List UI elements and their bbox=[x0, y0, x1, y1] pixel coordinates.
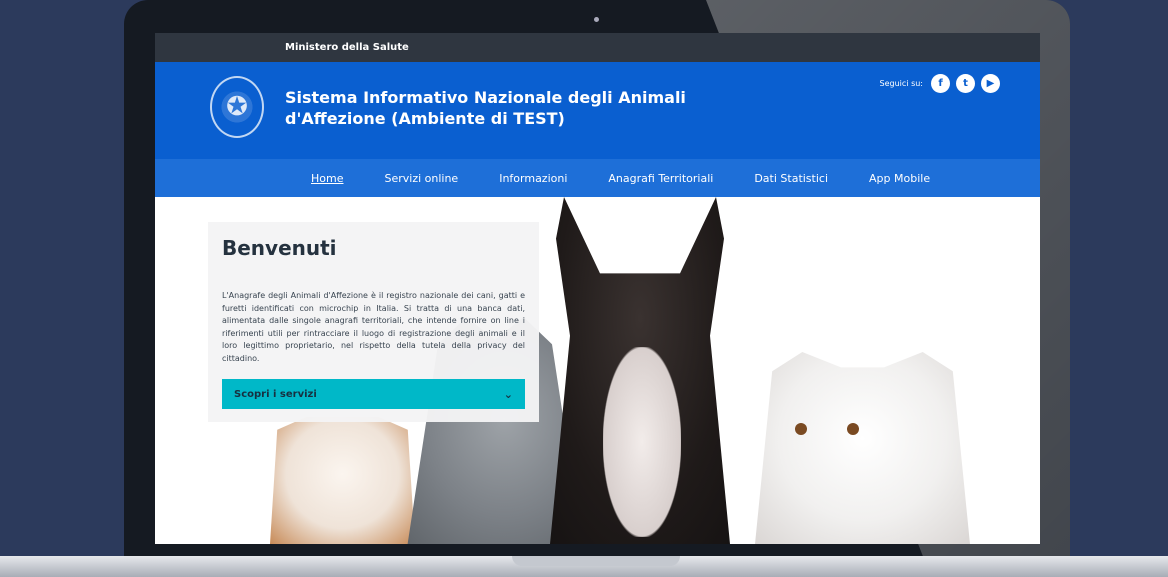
nav-dati-statistici[interactable]: Dati Statistici bbox=[754, 172, 828, 185]
cta-label: Scopri i servizi bbox=[234, 388, 317, 400]
browser-screen: Ministero della Salute ✪ Sistema Informa… bbox=[155, 33, 1040, 544]
twitter-icon[interactable]: t bbox=[956, 74, 975, 93]
bulldog-chest bbox=[603, 347, 681, 537]
chevron-down-icon: ⌄ bbox=[503, 387, 513, 401]
webcam bbox=[594, 17, 599, 22]
welcome-text: L'Anagrafe degli Animali d'Affezione è i… bbox=[222, 291, 525, 363]
nav-informazioni[interactable]: Informazioni bbox=[499, 172, 567, 185]
white-cat-eye bbox=[795, 423, 807, 435]
laptop-notch bbox=[512, 556, 680, 566]
nav-app-mobile[interactable]: App Mobile bbox=[869, 172, 930, 185]
youtube-icon[interactable]: ▶ bbox=[981, 74, 1000, 93]
welcome-card: Benvenuti L'Anagrafe degli Animali d'Aff… bbox=[208, 222, 539, 422]
nav-home[interactable]: Home bbox=[311, 172, 343, 185]
site-header: ✪ Sistema Informativo Nazionale degli An… bbox=[155, 62, 1040, 159]
social-links: Seguici su: f t ▶ bbox=[880, 74, 1000, 93]
site-title[interactable]: Sistema Informativo Nazionale degli Anim… bbox=[285, 87, 705, 129]
welcome-title: Benvenuti bbox=[222, 236, 337, 260]
nav-anagrafi-territoriali[interactable]: Anagrafi Territoriali bbox=[608, 172, 713, 185]
main-nav: Home Servizi online Informazioni Anagraf… bbox=[155, 159, 1040, 197]
republic-emblem-icon: ✪ bbox=[210, 76, 264, 138]
puppy-image bbox=[270, 417, 415, 544]
top-bar: Ministero della Salute bbox=[155, 33, 1040, 62]
hero-banner: Benvenuti L'Anagrafe degli Animali d'Aff… bbox=[155, 197, 1040, 544]
discover-services-button[interactable]: Scopri i servizi ⌄ bbox=[222, 379, 525, 409]
facebook-icon[interactable]: f bbox=[931, 74, 950, 93]
ministry-link[interactable]: Ministero della Salute bbox=[285, 42, 409, 53]
white-cat-eye bbox=[847, 423, 859, 435]
social-label: Seguici su: bbox=[879, 79, 923, 88]
nav-servizi-online[interactable]: Servizi online bbox=[384, 172, 458, 185]
white-cat-image bbox=[755, 352, 970, 544]
